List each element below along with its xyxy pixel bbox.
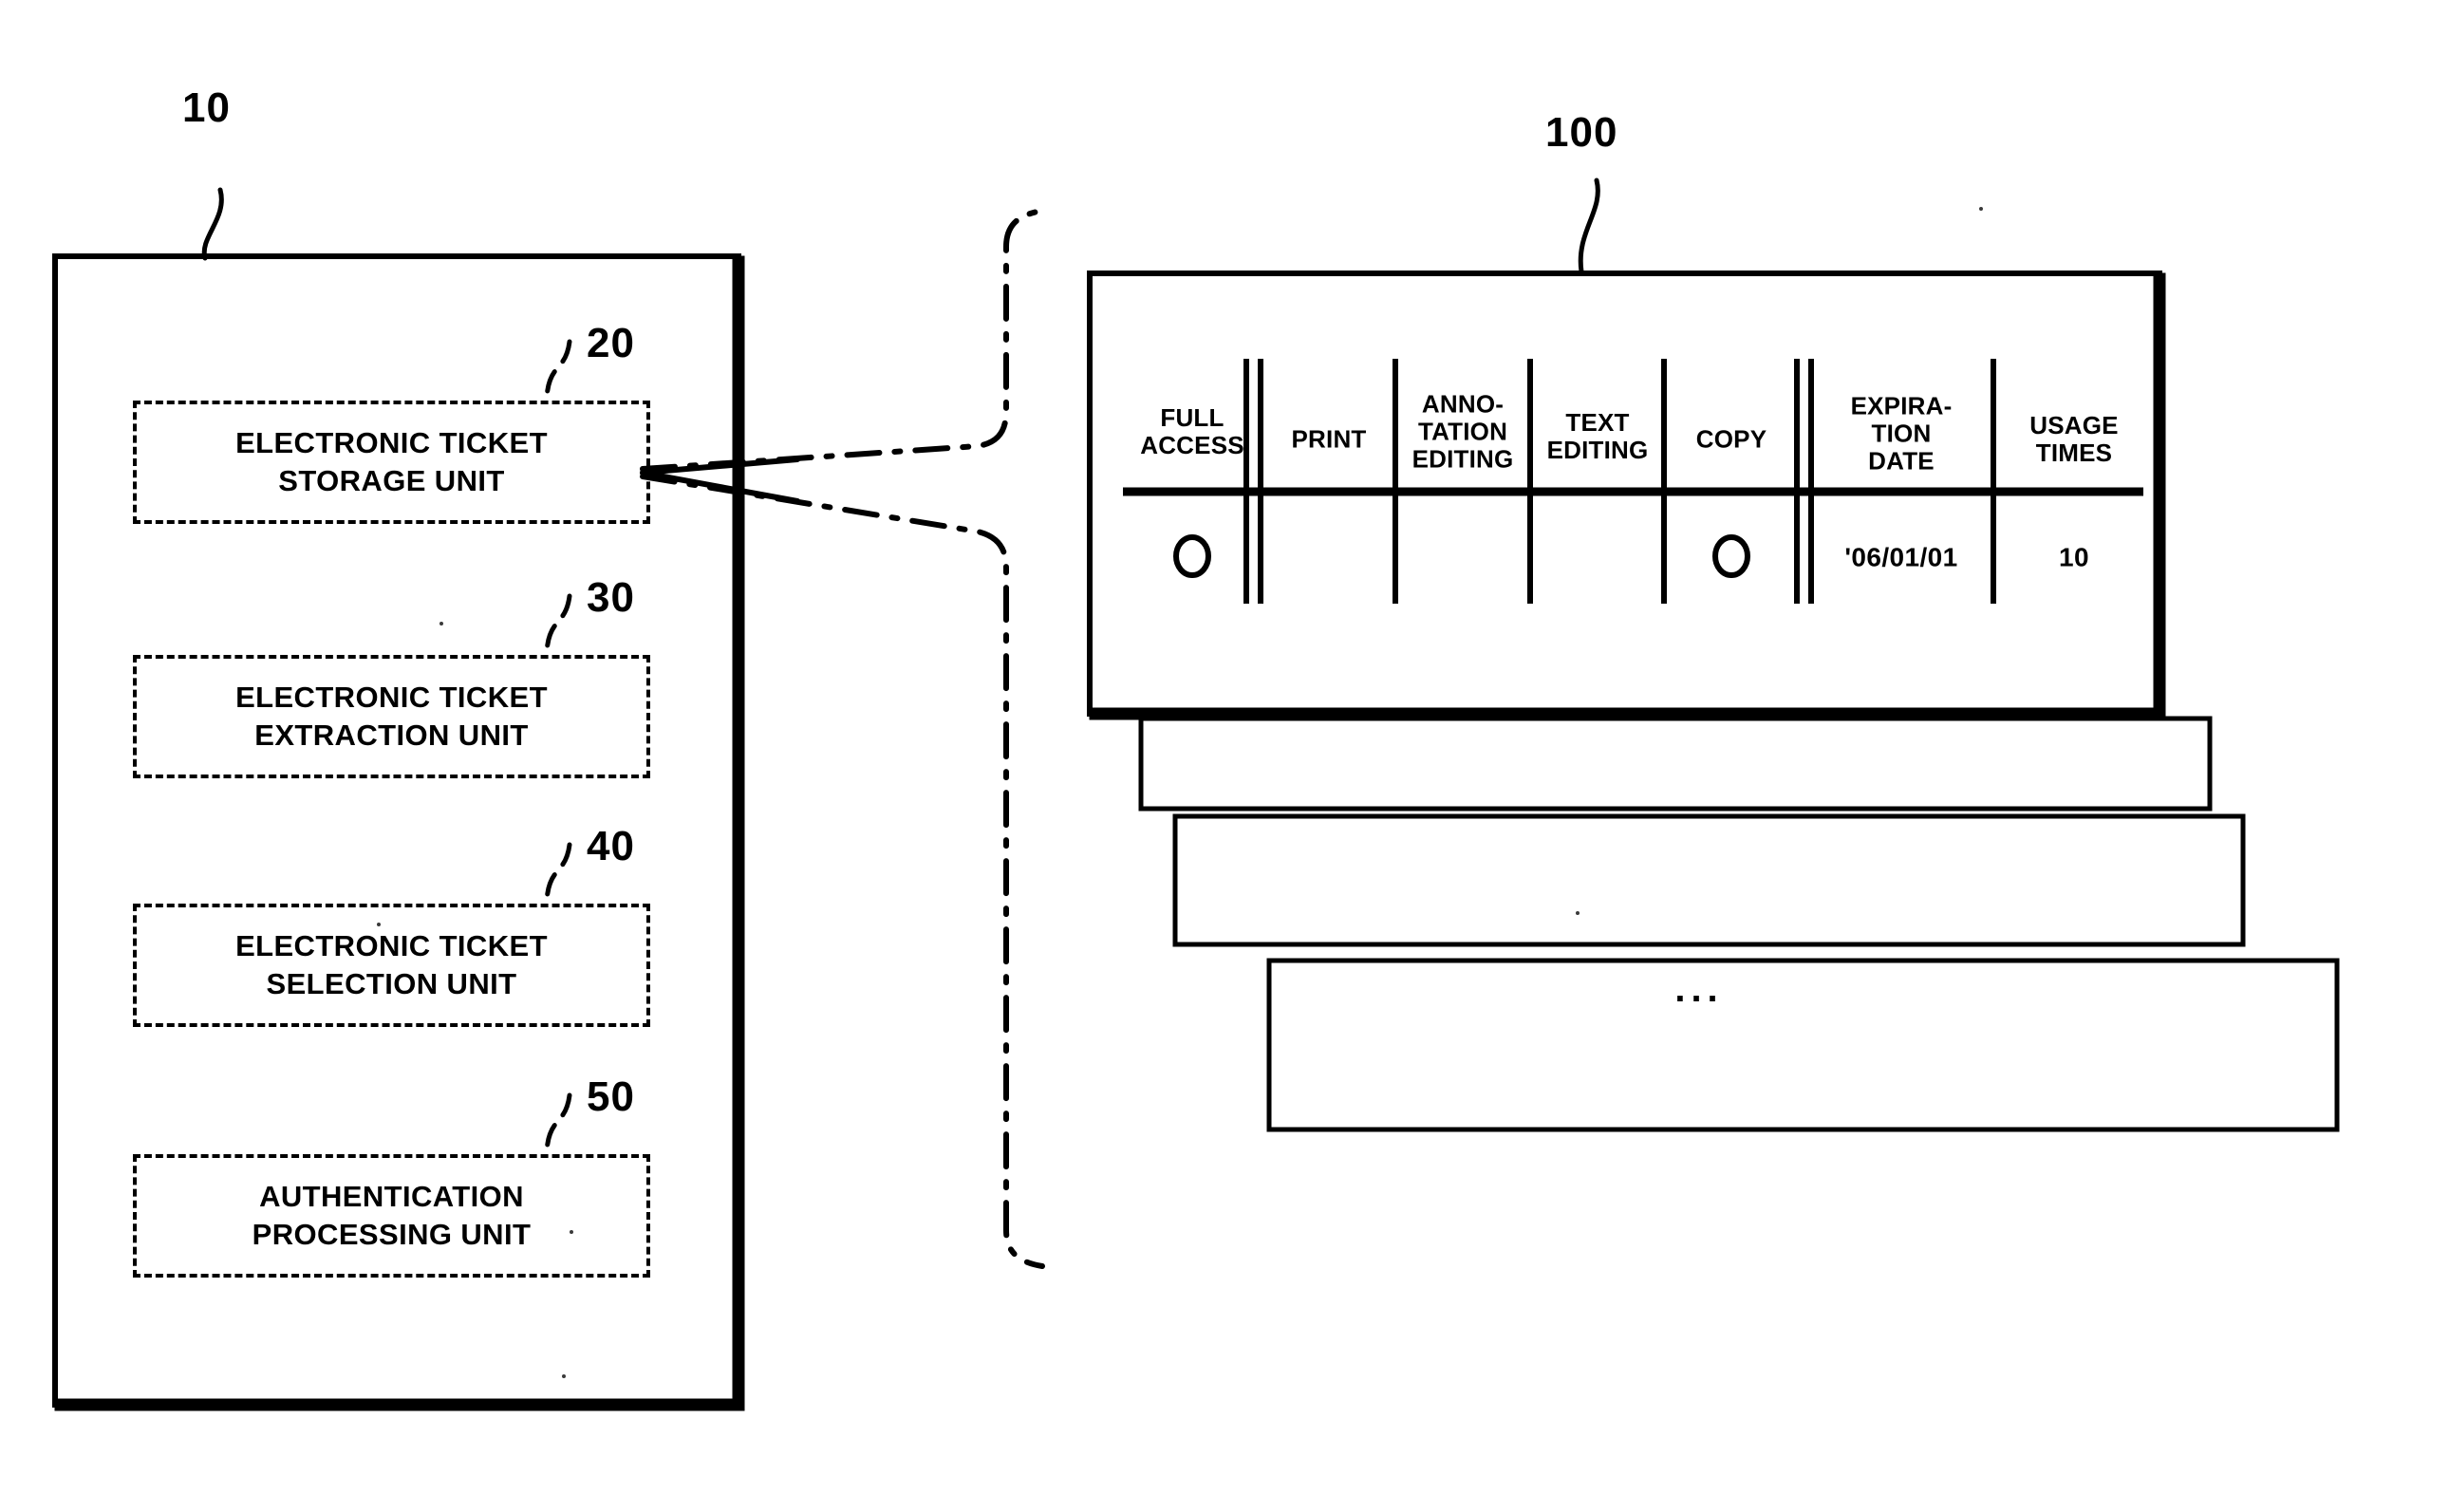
ticket-card-back-3 — [1172, 813, 2246, 947]
ref-numeral-100: 100 — [1545, 109, 1618, 156]
scan-speck — [439, 622, 443, 625]
ref-numeral-40: 40 — [587, 823, 635, 869]
unit-electronic-ticket-selection: ELECTRONIC TICKET SELECTION UNIT — [133, 904, 650, 1027]
unit-label-authentication: AUTHENTICATION PROCESSING UNIT — [252, 1179, 532, 1251]
table-header-annotation-editing: ANNO- TATION EDITING — [1411, 389, 1514, 474]
ref-numeral-20: 20 — [587, 320, 635, 366]
figure-canvas: 10 100 20 30 40 50 ELECTRONIC TICKET STO… — [0, 0, 2449, 1512]
unit-electronic-ticket-storage: ELECTRONIC TICKET STORAGE UNIT — [133, 401, 650, 524]
ticket-card-back-4 — [1266, 958, 2340, 1132]
leader-line-100 — [1578, 177, 1600, 274]
table-cell-expiration-date: '06/01/01 — [1844, 542, 1958, 572]
scan-speck — [1576, 911, 1580, 915]
scan-speck — [562, 1374, 566, 1378]
scan-speck — [570, 1230, 573, 1234]
ticket-stack-ellipsis: ... — [1674, 968, 1724, 1010]
table-header-copy: COPY — [1695, 424, 1767, 454]
ref-numeral-50: 50 — [587, 1073, 635, 1120]
scan-speck — [377, 923, 381, 926]
scan-speck — [1979, 207, 1983, 211]
unit-label-storage: ELECTRONIC TICKET STORAGE UNIT — [235, 425, 548, 497]
ref-numeral-30: 30 — [587, 574, 635, 621]
leader-line-10 — [201, 187, 224, 261]
unit-label-extraction: ELECTRONIC TICKET EXTRACTION UNIT — [235, 680, 548, 752]
table-header-print: PRINT — [1291, 424, 1367, 454]
table-header-expiration-date: EXPIRA- TION DATE — [1850, 391, 1953, 476]
table-header-usage-times: USAGE TIMES — [2029, 410, 2119, 467]
unit-authentication-processing: AUTHENTICATION PROCESSING UNIT — [133, 1154, 650, 1278]
table-cell-usage-times: 10 — [2059, 542, 2089, 572]
ticket-card-back-2 — [1138, 716, 2213, 812]
unit-label-selection: ELECTRONIC TICKET SELECTION UNIT — [235, 928, 548, 1000]
ref-numeral-10: 10 — [182, 84, 231, 131]
table-header-full-access: FULL ACCESS — [1140, 402, 1244, 459]
unit-electronic-ticket-extraction: ELECTRONIC TICKET EXTRACTION UNIT — [133, 655, 650, 778]
table-header-text-editing: TEXT EDITING — [1546, 407, 1649, 464]
